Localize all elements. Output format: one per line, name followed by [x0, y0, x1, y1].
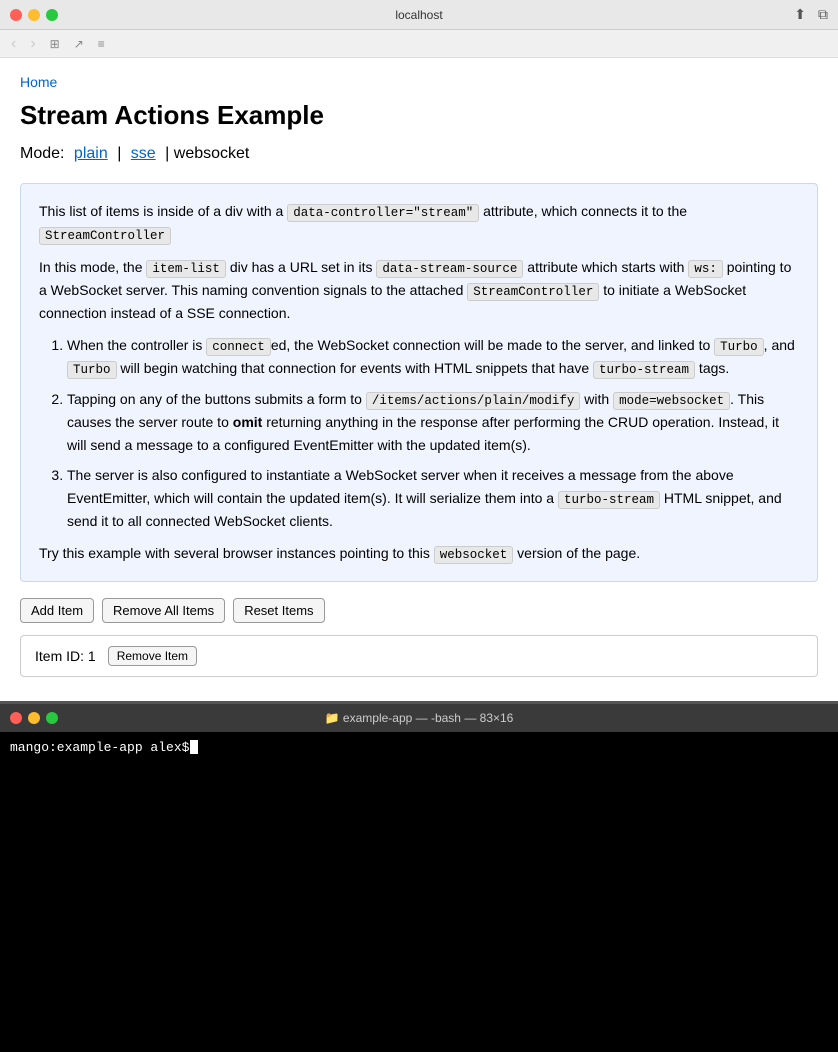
code-items-path: /items/actions/plain/modify [366, 392, 581, 410]
breadcrumb: Home [20, 74, 818, 90]
minimize-button[interactable] [28, 9, 40, 21]
terminal-prompt-text: mango:example-app alex$ [10, 740, 189, 755]
item-id-label: Item ID: 1 [35, 648, 96, 664]
add-item-button[interactable]: Add Item [20, 598, 94, 623]
mode-sep1: | [117, 145, 121, 162]
mode-line: Mode: plain | sse | websocket [20, 145, 818, 163]
info-code1: data-controller="stream" [287, 204, 479, 222]
info-code-item-list: item-list [146, 260, 226, 278]
expand-icon[interactable]: ⧉ [818, 6, 828, 23]
code-turbo-stream1: turbo-stream [593, 361, 695, 379]
remove-all-button[interactable]: Remove All Items [102, 598, 225, 623]
terminal-section: 📁 example-app — -bash — 83×16 mango:exam… [0, 701, 838, 1052]
terminal-body[interactable]: mango:example-app alex$ [0, 732, 838, 1052]
info-list: When the controller is connected, the We… [39, 334, 799, 532]
reset-items-button[interactable]: Reset Items [233, 598, 324, 623]
more-nav-button[interactable]: ≡ [95, 37, 108, 51]
text-omit: omit [233, 414, 263, 430]
info-para2-mid: div has a URL set in its [230, 259, 373, 275]
url-bar: localhost [395, 8, 442, 22]
code-turbo1: Turbo [714, 338, 764, 356]
terminal-cursor [190, 740, 198, 754]
terminal-maximize-button[interactable] [46, 712, 58, 724]
home-link[interactable]: Home [20, 74, 57, 90]
terminal-titlebar: 📁 example-app — -bash — 83×16 [0, 704, 838, 732]
info-code-data-stream: data-stream-source [376, 260, 523, 278]
code-connect: connect [206, 338, 271, 356]
page-content: Home Stream Actions Example Mode: plain … [0, 58, 838, 701]
code-turbo2: Turbo [67, 361, 117, 379]
table-row: Item ID: 1 Remove Item [20, 635, 818, 677]
list-item-3: The server is also configured to instant… [67, 464, 799, 532]
actions-bar: Add Item Remove All Items Reset Items [20, 598, 818, 623]
browser-toolbar-icons: ⬆ ⧉ [794, 6, 828, 23]
page-title: Stream Actions Example [20, 100, 818, 131]
info-box: This list of items is inside of a div wi… [20, 183, 818, 582]
browser-nav-bar: ‹ › ⊞ ↗ ≡ [0, 30, 838, 58]
terminal-prompt: mango:example-app alex$ [10, 740, 828, 755]
code-websocket-footer: websocket [434, 546, 514, 564]
info-footer: Try this example with several browser in… [39, 542, 799, 565]
list-item-1: When the controller is connected, the We… [67, 334, 799, 380]
terminal-close-button[interactable] [10, 712, 22, 724]
info-para1-prefix: This list of items is inside of a div wi… [39, 203, 283, 219]
list-item-2: Tapping on any of the buttons submits a … [67, 388, 799, 456]
terminal-traffic-lights [10, 712, 58, 724]
mode-prefix: Mode: [20, 145, 64, 162]
share-icon[interactable]: ⬆ [794, 6, 806, 23]
info-footer-prefix: Try this example with several browser in… [39, 545, 430, 561]
info-para1: This list of items is inside of a div wi… [39, 200, 799, 246]
info-code2: StreamController [39, 227, 171, 245]
info-code-ws: ws: [688, 260, 723, 278]
home-nav-button[interactable]: ⊞ [47, 37, 63, 51]
mode-current: | websocket [165, 145, 249, 162]
remove-item-button[interactable]: Remove Item [108, 646, 197, 666]
info-footer-suffix: version of the page. [517, 545, 640, 561]
mode-sse-link[interactable]: sse [131, 145, 156, 162]
info-code-streamcontroller: StreamController [467, 283, 599, 301]
terminal-folder-icon: 📁 [325, 711, 340, 725]
close-button[interactable] [10, 9, 22, 21]
code-mode-ws: mode=websocket [613, 392, 730, 410]
forward-button[interactable]: › [27, 35, 38, 53]
maximize-button[interactable] [46, 9, 58, 21]
item-list: Item ID: 1 Remove Item [20, 635, 818, 677]
browser-traffic-lights [10, 9, 58, 21]
info-para2-prefix: In this mode, the [39, 259, 143, 275]
info-para2: In this mode, the item-list div has a UR… [39, 256, 799, 324]
back-button[interactable]: ‹ [8, 35, 19, 53]
mode-plain-link[interactable]: plain [74, 145, 108, 162]
browser-chrome: localhost ⬆ ⧉ [0, 0, 838, 30]
info-para2-suf1: attribute which starts with [527, 259, 684, 275]
code-turbo-stream2: turbo-stream [558, 491, 660, 509]
share-nav-button[interactable]: ↗ [71, 37, 87, 51]
terminal-title: 📁 example-app — -bash — 83×16 [325, 711, 514, 725]
terminal-minimize-button[interactable] [28, 712, 40, 724]
info-para1-suffix: attribute, which connects it to the [483, 203, 687, 219]
terminal-title-text: example-app — -bash — 83×16 [343, 711, 513, 725]
